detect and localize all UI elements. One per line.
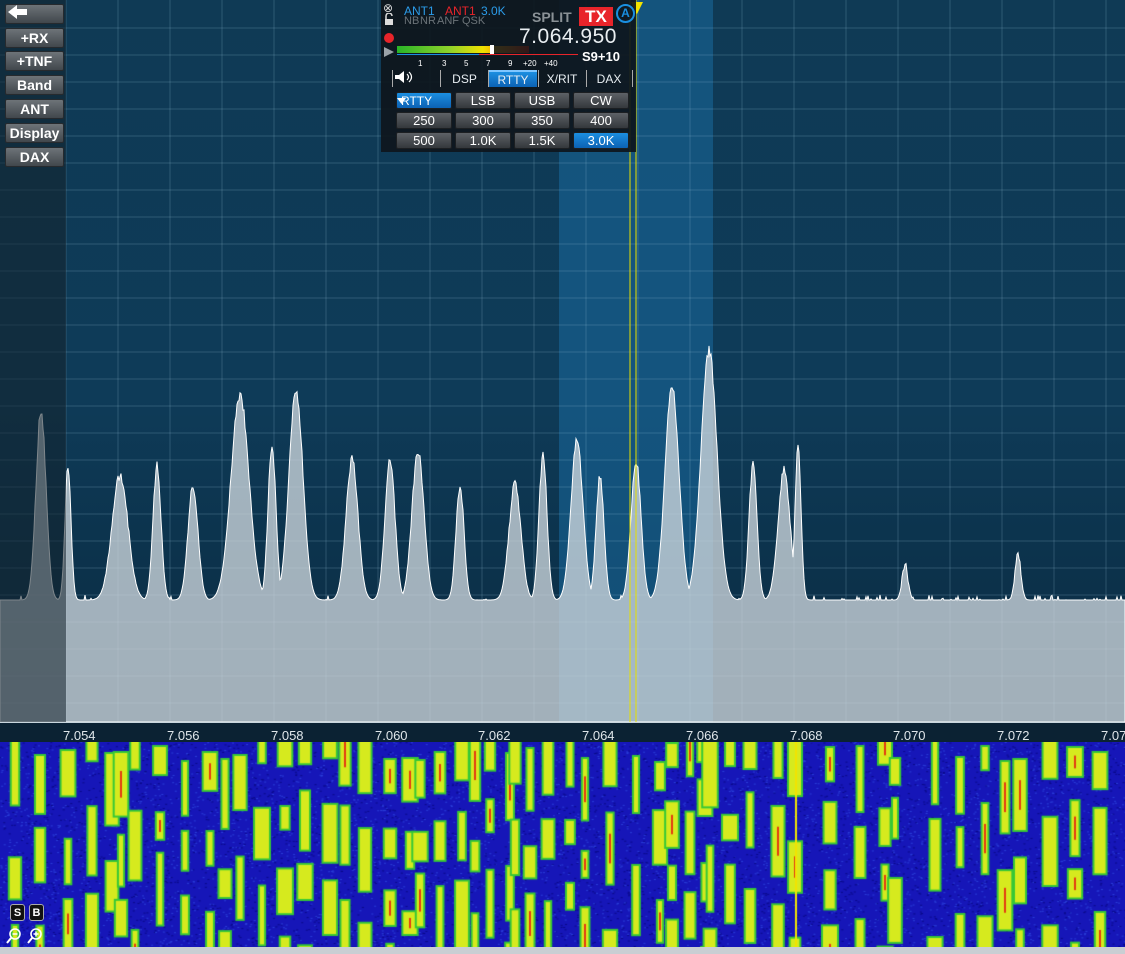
frequency-tick: 7.062 — [478, 728, 511, 743]
tab-divider — [632, 70, 633, 87]
s-meter-tick: +20 — [523, 59, 537, 68]
frequency-tick: 7.064 — [582, 728, 615, 743]
split-button[interactable]: SPLIT — [532, 9, 572, 25]
zoom-in-icon[interactable] — [27, 928, 43, 948]
arrow-left-icon — [8, 5, 27, 19]
s-meter-over-line — [479, 54, 578, 55]
s-meter-tick: 5 — [464, 59, 469, 68]
zoom-out-icon[interactable] — [6, 928, 22, 948]
dax-button[interactable]: DAX — [5, 147, 64, 167]
add-rx-button[interactable]: +RX — [5, 28, 64, 48]
filter-button-1-5k[interactable]: 1.5K — [514, 132, 570, 149]
s-meter-bar — [397, 45, 529, 54]
tx-button[interactable]: TX — [579, 7, 613, 26]
frequency-tick: 7.070 — [893, 728, 926, 743]
tab-dax[interactable]: DAX — [587, 70, 631, 87]
panadapter[interactable]: +RX +TNF Band ANT Display DAX ⊗ ANT1 ANT… — [0, 0, 1125, 722]
waterfall-s-button[interactable]: S — [10, 904, 25, 921]
mode-lsb-button[interactable]: LSB — [455, 92, 511, 109]
s-meter-tick: 1 — [418, 59, 423, 68]
filter-button-500[interactable]: 500 — [396, 132, 452, 149]
s-meter-reading: S9+10 — [582, 49, 620, 64]
indicator-qsk[interactable]: QSK — [462, 15, 485, 27]
speaker-icon — [395, 71, 413, 83]
waterfall[interactable] — [0, 742, 1125, 947]
indicator-anf[interactable]: ANF — [437, 15, 459, 27]
s-meter-tick: +40 — [544, 59, 558, 68]
frequency-tick: 7.072 — [997, 728, 1030, 743]
filter-button-300[interactable]: 300 — [455, 112, 511, 129]
indicator-nb[interactable]: NB — [404, 15, 419, 27]
tab-rtty[interactable]: RTTY — [489, 70, 537, 87]
tab-audio[interactable] — [394, 70, 438, 87]
s-meter-tick: 3 — [442, 59, 447, 68]
slice-letter-badge[interactable]: A — [616, 4, 635, 23]
band-button[interactable]: Band — [5, 75, 64, 95]
display-button[interactable]: Display — [5, 123, 64, 143]
status-strip — [0, 947, 1125, 954]
frequency-tick: 7.056 — [167, 728, 200, 743]
slice-flag: ⊗ ANT1 ANT1 3.0K NB NR ANF QSK SPLIT TX … — [381, 0, 636, 152]
waterfall-b-button[interactable]: B — [29, 904, 44, 921]
mode-cw-button[interactable]: CW — [573, 92, 629, 109]
filter-button-250[interactable]: 250 — [396, 112, 452, 129]
waterfall-canvas — [0, 742, 1125, 947]
tab-divider — [392, 70, 393, 87]
frequency-scale[interactable]: 7.054 7.056 7.058 7.060 7.062 7.064 7.06… — [0, 722, 1125, 743]
filter-button-1k[interactable]: 1.0K — [455, 132, 511, 149]
filter-button-3k[interactable]: 3.0K — [573, 132, 629, 149]
frequency-tick: 7.066 — [686, 728, 719, 743]
frequency-tick: 7.058 — [271, 728, 304, 743]
filter-button-400[interactable]: 400 — [573, 112, 629, 129]
mode-usb-button[interactable]: USB — [514, 92, 570, 109]
frequency-tick: 7.054 — [63, 728, 96, 743]
filter-button-350[interactable]: 350 — [514, 112, 570, 129]
frequency-readout[interactable]: 7.064.950 — [519, 25, 617, 49]
frequency-tick: 7.068 — [790, 728, 823, 743]
left-menu: +RX +TNF Band ANT Display DAX — [0, 0, 66, 722]
add-tnf-button[interactable]: +TNF — [5, 51, 64, 71]
tab-dsp[interactable]: DSP — [441, 70, 488, 87]
ant-button[interactable]: ANT — [5, 99, 64, 119]
s-meter-tick: 7 — [486, 59, 491, 68]
collapse-menu-button[interactable] — [5, 4, 64, 24]
chevron-down-icon — [397, 98, 406, 104]
tab-xrit[interactable]: X/RIT — [539, 70, 585, 87]
indicator-nr[interactable]: NR — [420, 15, 436, 27]
s-meter-tick: 9 — [508, 59, 513, 68]
mode-select[interactable]: RTTY — [396, 92, 452, 109]
frequency-tick: 7.07 — [1101, 728, 1125, 743]
record-icon[interactable] — [384, 33, 394, 43]
frequency-tick: 7.060 — [375, 728, 408, 743]
